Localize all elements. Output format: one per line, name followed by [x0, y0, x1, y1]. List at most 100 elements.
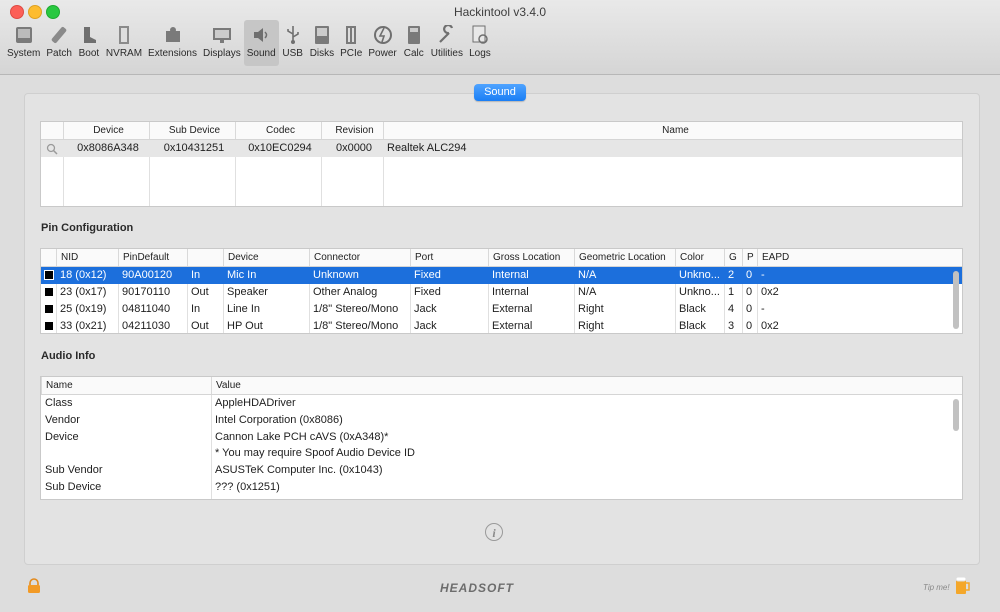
cell-text: ASUSTeK Computer Inc. (0x1043) [215, 464, 383, 477]
toolbar-sound[interactable]: Sound [243, 20, 279, 66]
table-row[interactable]: Sub Device ??? (0x1251) [41, 479, 962, 496]
table-row[interactable]: 23 (0x17) 90170110 Out Speaker Other Analog F… [41, 284, 962, 301]
cell-text: Out [191, 320, 209, 332]
beer-icon[interactable] [955, 575, 971, 595]
table-row[interactable]: Class AppleHDADriver [41, 395, 962, 412]
toolbar-logs[interactable]: Logs [466, 20, 494, 66]
table-row[interactable]: 18 (0x12) 90A00120 In Mic In Unknown Fixed Int… [41, 267, 962, 284]
toolbar-nvram[interactable]: NVRAM [103, 20, 145, 66]
table-cell: 0 [742, 267, 757, 284]
cell-text: 04811040 [122, 303, 171, 315]
column-header[interactable]: NID [56, 249, 118, 266]
column-header[interactable]: Name [383, 122, 962, 139]
table-cell: 0x10EC0294 [235, 140, 321, 157]
devices-table[interactable]: Device Sub Device Codec Revision Name 0x8086A… [40, 121, 963, 207]
table-cell: Realtek ALC294 [383, 140, 962, 157]
cell-text: Black [679, 320, 706, 332]
column-header[interactable]: EAPD [757, 249, 954, 266]
toolbar-displays[interactable]: Displays [200, 20, 244, 66]
sound-segment-button[interactable]: Sound [474, 84, 526, 101]
pin-config-table[interactable]: NID PinDefault Device Connector Port Gross Lo… [40, 248, 963, 334]
lock-icon[interactable] [27, 578, 41, 594]
cell-text: 04211030 [122, 320, 171, 332]
column-header[interactable]: Device [223, 249, 309, 266]
table-row[interactable]: 0x8086A348 0x10431251 0x10EC0294 0x0000 Real… [41, 140, 962, 157]
headsoft-logo: HEADSOFT [440, 581, 514, 595]
table-row[interactable]: 25 (0x19) 04811040 In Line In 1/8" Stereo/Mo… [41, 301, 962, 318]
cell-text: N/A [578, 286, 597, 298]
toolbar-boot[interactable]: Boot [75, 20, 103, 66]
table-cell: Intel Corporation (0x8086) [211, 412, 962, 429]
table-cell: Sub Device [41, 479, 211, 496]
table-cell: Line In [223, 301, 309, 318]
pin-scrollbar[interactable] [953, 271, 959, 329]
column-header[interactable]: PinDefault [118, 249, 187, 266]
pin-color-swatch [45, 288, 53, 296]
cell-text: N/A [578, 269, 597, 281]
cell-text: Internal [492, 286, 529, 298]
cell-text: 1/8" Stereo/Mono [313, 320, 399, 332]
table-cell: Internal [488, 267, 574, 284]
table-row[interactable]: Device Cannon Lake PCH cAVS (0xA348)* [41, 429, 962, 446]
cell-text: Right [578, 320, 604, 332]
toolbar-usb[interactable]: USB [279, 20, 307, 66]
table-row[interactable]: Vendor Intel Corporation (0x8086) [41, 412, 962, 429]
column-header[interactable]: Geometric Location [574, 249, 675, 266]
cell-text: External [492, 303, 533, 315]
column-header[interactable]: Color [675, 249, 724, 266]
table-cell: In [187, 267, 223, 284]
audio-info-scrollbar[interactable] [953, 399, 959, 431]
column-header[interactable]: Connector [309, 249, 410, 266]
toolbar-power[interactable]: Power [365, 20, 399, 66]
pcie-icon [340, 23, 362, 47]
cell-text: HP Out [227, 320, 263, 332]
table-cell: 04811040 [118, 301, 187, 318]
column-header[interactable]: Value [211, 377, 962, 394]
cell-text: 0 [746, 269, 753, 281]
table-cell [41, 445, 211, 462]
column-header[interactable]: Sub Device [149, 122, 235, 139]
table-cell: Fixed [410, 284, 488, 301]
column-header[interactable]: Device [63, 122, 149, 139]
column-header[interactable]: Codec [235, 122, 321, 139]
table-cell: Other Analog [309, 284, 410, 301]
table-row[interactable]: * You may require Spoof Audio Device ID [41, 445, 962, 462]
info-button[interactable]: i [485, 523, 503, 541]
cell-text: 33 (0x21) [60, 320, 107, 332]
table-row[interactable]: Sub Vendor ASUSTeK Computer Inc. (0x1043) [41, 462, 962, 479]
cell-text: 18 (0x12) [60, 269, 107, 281]
cell-text: In [191, 269, 201, 281]
table-cell: ASUSTeK Computer Inc. (0x1043) [211, 462, 962, 479]
toolbar-label: Calc [403, 48, 424, 59]
toolbar-system[interactable]: System [4, 20, 43, 66]
toolbar-calc[interactable]: Calc [400, 20, 428, 66]
column-header[interactable] [187, 249, 223, 266]
column-header[interactable]: Name [41, 377, 211, 394]
toolbar-disks[interactable]: Disks [307, 20, 337, 66]
cell-text: 0 [746, 286, 753, 298]
column-header[interactable]: Revision [321, 122, 383, 139]
toolbar-extensions[interactable]: Extensions [145, 20, 200, 66]
cell-text: Mic In [227, 269, 257, 281]
toolbar-pcie[interactable]: PCIe [337, 20, 365, 66]
audio-info-table[interactable]: Name Value Class AppleHDADriver Vendor Intel … [40, 376, 963, 500]
table-cell: 23 (0x17) [56, 284, 118, 301]
cell-text: 90A00120 [122, 269, 173, 281]
magnifier-icon[interactable] [46, 143, 58, 155]
cell-text: Fixed [414, 269, 441, 281]
column-header[interactable]: Port [410, 249, 488, 266]
column-header[interactable]: G [724, 249, 742, 266]
cell-text: Right [578, 303, 604, 315]
table-cell: N/A [574, 284, 675, 301]
logs-icon [469, 23, 491, 47]
cell-text: AppleHDADriver [215, 397, 296, 409]
toolbar-utilities[interactable]: Utilities [428, 20, 466, 66]
column-header[interactable]: P [742, 249, 757, 266]
table-row[interactable]: 33 (0x21) 04211030 Out HP Out 1/8" Stereo/Mo… [41, 318, 962, 333]
table-cell: 0 [742, 301, 757, 318]
cell-text: 3 [728, 320, 735, 332]
column-header[interactable]: Gross Location [488, 249, 574, 266]
table-cell: 90170110 [118, 284, 187, 301]
toolbar-patch[interactable]: Patch [43, 20, 75, 66]
tip-me-label[interactable]: Tip me! [923, 583, 950, 592]
